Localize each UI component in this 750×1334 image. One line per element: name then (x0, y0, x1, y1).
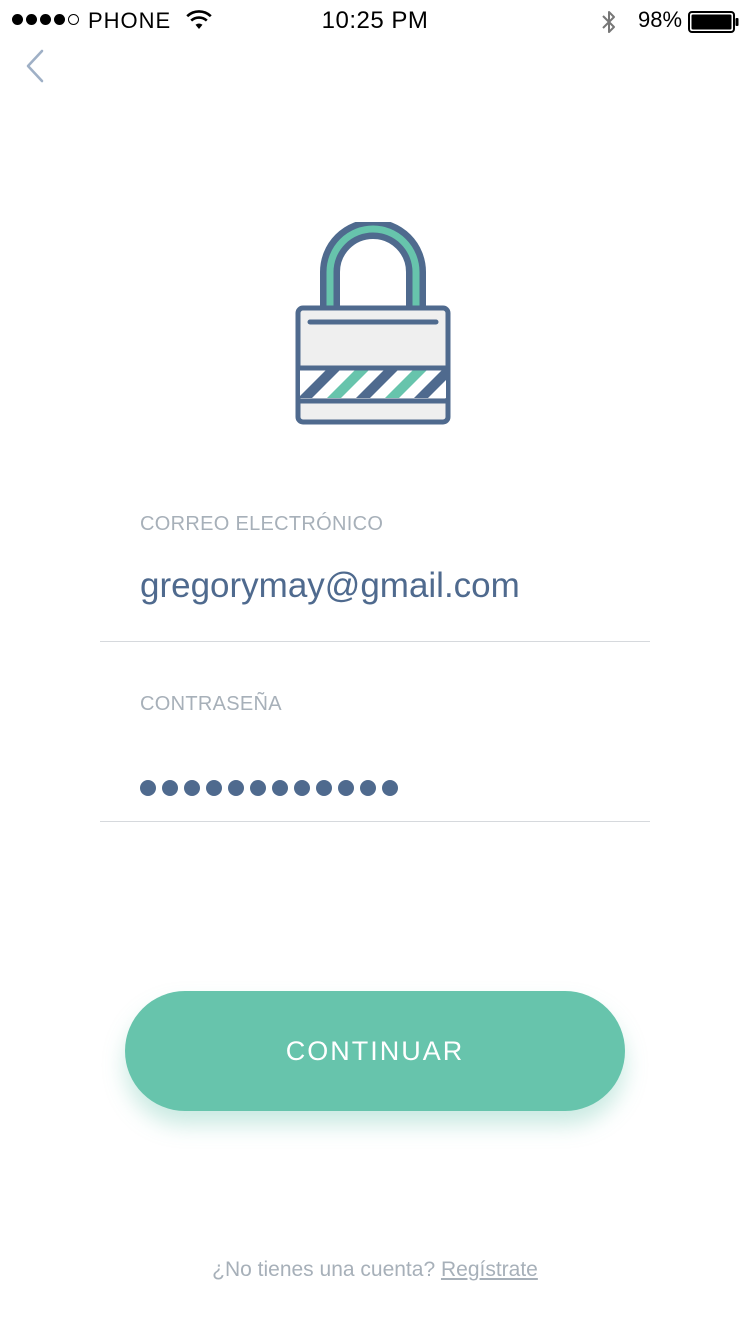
continue-button[interactable]: CONTINUAR (125, 991, 625, 1111)
back-button[interactable] (20, 46, 54, 86)
signup-prompt: ¿No tienes una cuenta? Regístrate (0, 1258, 750, 1282)
password-dot (338, 780, 354, 796)
password-masked-value (140, 780, 398, 796)
password-dot (316, 780, 332, 796)
password-dot (272, 780, 288, 796)
password-dot (294, 780, 310, 796)
battery-percent: 98% (638, 7, 683, 32)
password-dot (140, 780, 156, 796)
password-dot (206, 780, 222, 796)
register-link[interactable]: Regístrate (441, 1258, 538, 1281)
password-dot (382, 780, 398, 796)
password-dot (228, 780, 244, 796)
email-underline (100, 641, 650, 642)
password-underline (100, 821, 650, 822)
password-dot (250, 780, 266, 796)
chevron-left-icon (26, 49, 44, 83)
padlock-icon (290, 219, 456, 430)
bluetooth-icon (599, 8, 619, 41)
password-dot (360, 780, 376, 796)
password-dot (162, 780, 178, 796)
status-bar: PHONE 10:25 PM 98% (0, 0, 750, 40)
email-field[interactable] (140, 566, 640, 606)
password-label: CONTRASEÑA (140, 693, 282, 715)
email-label: CORREO ELECTRÓNICO (140, 513, 384, 535)
battery-icon (688, 11, 740, 38)
signup-prompt-text: ¿No tienes una cuenta? (212, 1258, 441, 1281)
password-dot (184, 780, 200, 796)
